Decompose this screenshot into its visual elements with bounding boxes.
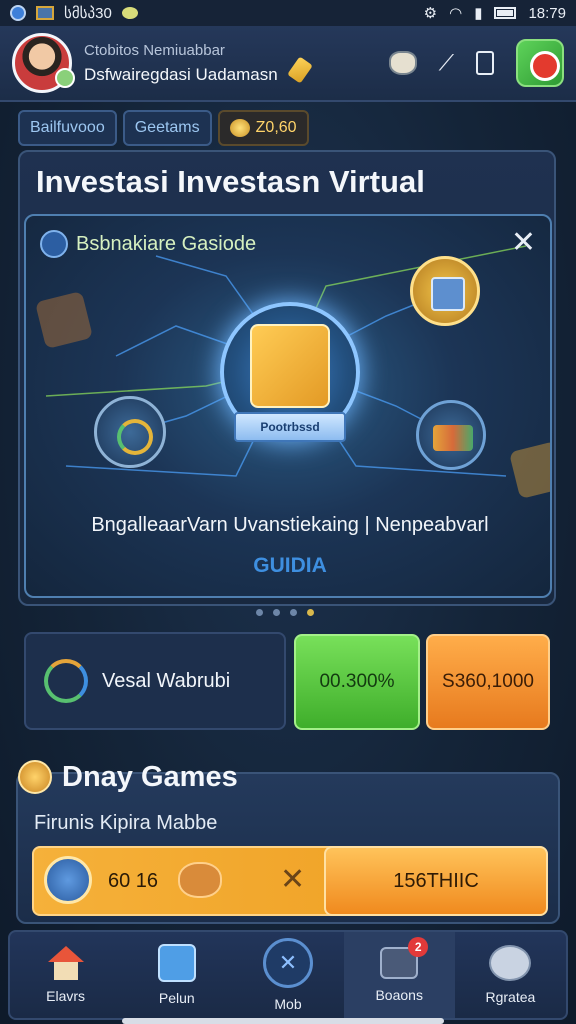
home-indicator[interactable] xyxy=(122,1018,444,1024)
swords-icon: ✕ xyxy=(280,863,306,896)
profile-subtitle: Ctobitos Nemiuabbar xyxy=(84,41,225,59)
guide-heading: Bsbnakiare Gasiode xyxy=(76,232,257,255)
chart-orb-icon xyxy=(94,396,166,468)
home-icon xyxy=(47,946,84,980)
investment-title: Investasi Investasn Virtual xyxy=(36,164,425,199)
phone-icon[interactable] xyxy=(476,51,494,75)
nav-label: Rgratea xyxy=(485,989,536,1005)
chips-row: Bailfuvooo Geetams Z0,60 xyxy=(18,110,309,146)
portfolio-box-icon xyxy=(250,324,330,408)
daily-games-subtitle: Firunis Kipira Mabbe xyxy=(34,812,218,834)
profile-actions: ⟋ xyxy=(388,39,564,87)
alarm-icon: ⚙ xyxy=(423,5,438,22)
document-orb-icon xyxy=(410,256,480,326)
amount-button[interactable]: S360,1000 xyxy=(426,634,550,730)
guide-header: Bsbnakiare Gasiode xyxy=(40,230,256,258)
tool-icon[interactable]: ⟋ xyxy=(439,50,454,76)
nav-item-boaons[interactable]: 2 Boaons xyxy=(343,932,455,1018)
chat-icon: 2 xyxy=(380,937,429,979)
nav-label: Mob xyxy=(274,996,302,1012)
nav-label: Boaons xyxy=(375,987,423,1003)
status-bar: სმსპ30 ⚙ ◠ ▮ 18:79 xyxy=(0,0,576,26)
carousel-pager xyxy=(256,609,314,616)
coin-balance-value: Z0,60 xyxy=(255,119,297,136)
paw-icon xyxy=(489,945,532,981)
pager-dot[interactable] xyxy=(290,609,297,616)
coin-icon xyxy=(229,119,250,137)
target-icon xyxy=(44,659,88,703)
nav-item-rgratea[interactable]: Rgratea xyxy=(455,932,566,1018)
edit-pencil-icon[interactable] xyxy=(286,56,313,84)
reward-value: 60 16 xyxy=(108,870,159,892)
reward-box-icon xyxy=(44,856,92,904)
status-time: 18:79 xyxy=(528,4,566,22)
notification-icon xyxy=(10,5,26,21)
chip-tab-1[interactable]: Bailfuvooo xyxy=(18,110,117,146)
pager-dot[interactable] xyxy=(256,609,263,616)
stats-card[interactable]: Vesal Wabrubi xyxy=(24,632,286,730)
close-icon[interactable]: ✕ xyxy=(511,228,536,258)
wifi-icon: ◠ xyxy=(449,5,463,22)
bar-chart-orb-icon xyxy=(416,400,486,470)
house-icon xyxy=(157,944,196,982)
daily-games-title: Dnay Games xyxy=(62,760,238,793)
avatar-badge-icon xyxy=(55,68,75,88)
nav-item-pelun[interactable]: Pelun xyxy=(121,932,232,1018)
guide-card[interactable]: Bsbnakiare Gasiode ✕ Pootrbssd Bngalleaa… xyxy=(24,214,552,598)
chip-tab-2[interactable]: Geetams xyxy=(122,110,212,146)
pager-dot-active[interactable] xyxy=(307,609,314,616)
status-carrier: სმსპ30 xyxy=(64,5,112,22)
avatar[interactable] xyxy=(12,33,75,93)
battery-icon xyxy=(494,7,517,19)
nav-item-home[interactable]: Elavrs xyxy=(10,932,121,1018)
gallery-icon xyxy=(36,6,54,20)
hero-ribbon: Pootrbssd xyxy=(234,412,346,442)
gem-icon xyxy=(18,760,52,794)
notification-badge: 2 xyxy=(408,937,429,957)
pet-icon[interactable] xyxy=(388,51,417,75)
bulb-icon xyxy=(121,7,138,19)
pager-dot[interactable] xyxy=(273,609,280,616)
nav-label: Pelun xyxy=(158,990,195,1006)
claim-button[interactable]: 156THIIC xyxy=(324,846,548,916)
coin-balance[interactable]: Z0,60 xyxy=(217,110,309,146)
investment-card: Investasi Investasn Virtual Bsbnakiare G… xyxy=(18,150,556,606)
profile-text: Ctobitos Nemiuabbar Dsfwairegdasi Uadama… xyxy=(84,42,278,85)
nav-item-mob[interactable]: ✕ Mob xyxy=(232,932,343,1018)
nav-label: Elavrs xyxy=(46,988,86,1004)
guide-description: BngalleaarVarn Uvanstiekaing | Nenpeabva… xyxy=(91,514,489,536)
mob-icon: ✕ xyxy=(263,938,313,988)
bottom-nav: Elavrs Pelun ✕ Mob 2 Boaons Rgratea xyxy=(8,930,568,1020)
stats-label: Vesal Wabrubi xyxy=(102,669,231,692)
app-shortcut-icon[interactable] xyxy=(516,39,564,87)
profile-name: Dsfwairegdasi Uadamasn xyxy=(84,64,278,84)
guide-cta[interactable]: GUIDIA xyxy=(26,554,550,578)
profile-header: Ctobitos Nemiuabbar Dsfwairegdasi Uadama… xyxy=(0,26,576,102)
signal-icon: ▮ xyxy=(474,5,483,22)
guide-icon xyxy=(40,230,68,258)
piggy-bank-icon xyxy=(178,862,222,898)
percent-button[interactable]: 00.300% xyxy=(294,634,420,730)
daily-games-header: Dnay Games xyxy=(18,760,238,794)
